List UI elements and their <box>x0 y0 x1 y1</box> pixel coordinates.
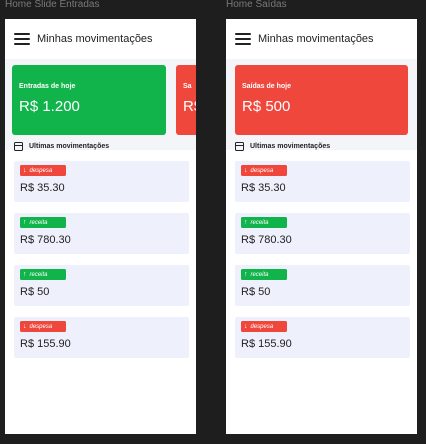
badge-receita: ↑ receita <box>20 269 66 280</box>
hamburger-menu-icon[interactable] <box>14 33 30 45</box>
badge-label: despesa <box>250 167 274 174</box>
card-saidas-partial[interactable]: Sa R$ <box>176 65 196 135</box>
transaction-amount: R$ 780.30 <box>20 234 71 246</box>
transaction-item[interactable]: ↑ receita R$ 780.30 <box>14 213 189 254</box>
arrow-up-icon: ↑ <box>244 219 248 226</box>
transaction-amount: R$ 50 <box>241 286 271 298</box>
arrow-down-icon: ↓ <box>23 167 27 174</box>
header-title: Minhas movimentações <box>258 33 374 45</box>
transaction-item[interactable]: ↓ despesa R$ 155.90 <box>235 317 410 358</box>
badge-despesa: ↓ despesa <box>20 321 66 332</box>
app-header: Minhas movimentações <box>226 19 417 59</box>
badge-despesa: ↓ despesa <box>241 165 287 176</box>
card-label: Saídas de hoje <box>242 83 292 90</box>
transaction-amount: R$ 155.90 <box>20 338 71 350</box>
arrow-up-icon: ↑ <box>23 219 27 226</box>
transactions-list: ↓ despesa R$ 35.30 ↑ receita R$ 780.30 ↑ re… <box>14 161 189 369</box>
transaction-amount: R$ 155.90 <box>241 338 292 350</box>
calendar-icon <box>235 142 244 151</box>
card-label: Entradas de hoje <box>19 83 76 90</box>
card-label: Sa <box>183 83 192 90</box>
badge-label: despesa <box>250 323 274 330</box>
phone-screen-entradas: Minhas movimentações Entradas de hoje R$… <box>5 19 196 434</box>
section-title: Ultimas movimentações <box>250 143 331 150</box>
badge-despesa: ↓ despesa <box>20 165 66 176</box>
phone-screen-saidas: Minhas movimentações Saídas de hoje R$ 5… <box>226 19 417 434</box>
transaction-amount: R$ 35.30 <box>241 182 286 194</box>
transaction-item[interactable]: ↓ despesa R$ 35.30 <box>235 161 410 202</box>
badge-label: receita <box>29 219 48 226</box>
arrow-down-icon: ↓ <box>244 323 248 330</box>
arrow-down-icon: ↓ <box>23 323 27 330</box>
badge-label: receita <box>29 271 48 278</box>
badge-despesa: ↓ despesa <box>241 321 287 332</box>
summary-carousel[interactable]: Saídas de hoje R$ 500 <box>226 59 417 150</box>
section-header: Ultimas movimentações <box>14 142 109 151</box>
frame-title: Home Saídas <box>226 0 287 10</box>
badge-label: despesa <box>29 167 53 174</box>
transactions-list: ↓ despesa R$ 35.30 ↑ receita R$ 780.30 ↑ re… <box>235 161 410 369</box>
badge-receita: ↑ receita <box>241 269 287 280</box>
arrow-up-icon: ↑ <box>244 271 248 278</box>
arrow-up-icon: ↑ <box>23 271 27 278</box>
header-title: Minhas movimentações <box>37 33 153 45</box>
transaction-item[interactable]: ↓ despesa R$ 155.90 <box>14 317 189 358</box>
hamburger-menu-icon[interactable] <box>235 33 251 45</box>
section-header: Ultimas movimentações <box>235 142 330 151</box>
app-header: Minhas movimentações <box>5 19 196 59</box>
transaction-item[interactable]: ↑ receita R$ 780.30 <box>235 213 410 254</box>
badge-label: receita <box>250 219 269 226</box>
transaction-item[interactable]: ↑ receita R$ 50 <box>14 265 189 306</box>
card-value: R$ 500 <box>242 98 291 115</box>
section-title: Ultimas movimentações <box>29 143 110 150</box>
transaction-amount: R$ 50 <box>20 286 50 298</box>
arrow-down-icon: ↓ <box>244 167 248 174</box>
calendar-icon <box>14 142 23 151</box>
card-saidas[interactable]: Saídas de hoje R$ 500 <box>235 65 408 135</box>
badge-receita: ↑ receita <box>241 217 287 228</box>
summary-carousel[interactable]: Entradas de hoje R$ 1.200 Sa R$ <box>5 59 196 150</box>
card-entradas[interactable]: Entradas de hoje R$ 1.200 <box>12 65 166 135</box>
badge-label: despesa <box>29 323 53 330</box>
transaction-amount: R$ 35.30 <box>20 182 65 194</box>
card-value: R$ <box>183 98 196 115</box>
badge-receita: ↑ receita <box>20 217 66 228</box>
frame-title: Home Slide Entradas <box>5 0 100 10</box>
card-value: R$ 1.200 <box>19 98 80 115</box>
transaction-item[interactable]: ↓ despesa R$ 35.30 <box>14 161 189 202</box>
transaction-item[interactable]: ↑ receita R$ 50 <box>235 265 410 306</box>
transaction-amount: R$ 780.30 <box>241 234 292 246</box>
badge-label: receita <box>250 271 269 278</box>
